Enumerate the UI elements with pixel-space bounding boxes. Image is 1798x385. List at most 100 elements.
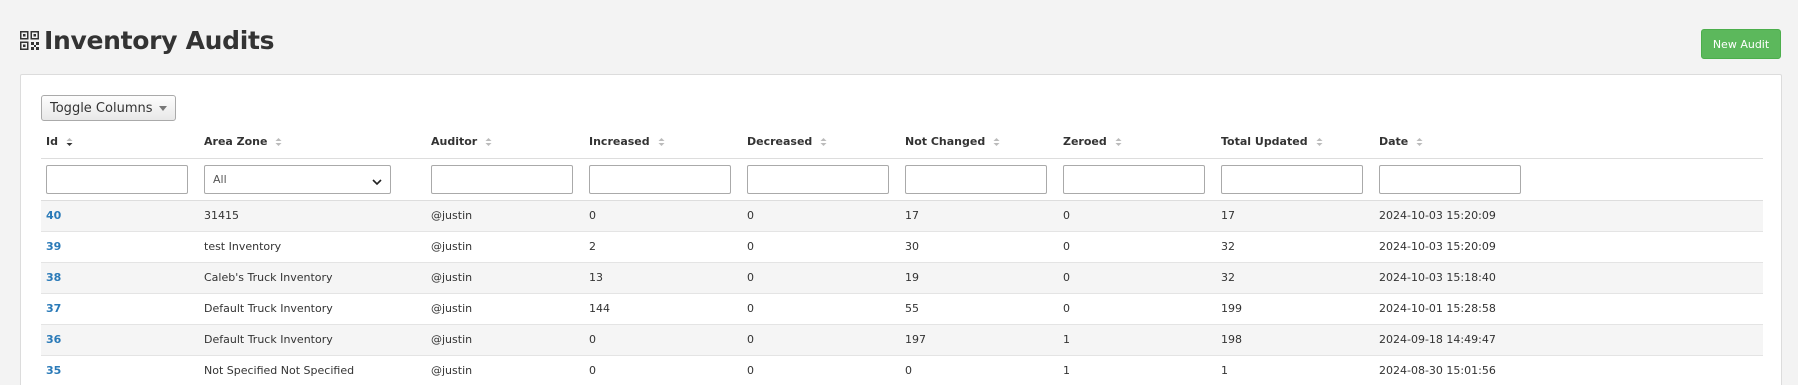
column-header-date[interactable]: Date <box>1374 125 1763 159</box>
decreased-cell: 0 <box>742 200 900 232</box>
total-updated-filter-input[interactable] <box>1221 164 1363 194</box>
total-updated-cell: 199 <box>1216 293 1374 325</box>
auditor-cell: @justin <box>426 200 584 232</box>
caret-down-icon <box>159 106 167 111</box>
date-cell: 2024-10-03 15:18:40 <box>1374 262 1763 294</box>
auditor-cell: @justin <box>426 293 584 325</box>
decreased-filter-input[interactable] <box>747 164 889 194</box>
date-cell: 2024-09-18 14:49:47 <box>1374 324 1763 356</box>
filter-row: All <box>41 158 1763 201</box>
area-zone-cell: Not Specified Not Specified <box>199 355 426 385</box>
total-updated-cell: 198 <box>1216 324 1374 356</box>
sort-desc-icon <box>66 137 73 147</box>
date-cell: 2024-10-01 15:28:58 <box>1374 293 1763 325</box>
column-label: Area Zone <box>204 134 268 148</box>
increased-cell: 0 <box>584 355 742 385</box>
date-filter-input[interactable] <box>1379 164 1521 194</box>
new-audit-button[interactable]: New Audit <box>1701 29 1781 59</box>
table-row: 40 31415 @justin 0 0 17 0 17 2024-10-03 … <box>41 200 1763 232</box>
column-label: Decreased <box>747 134 813 148</box>
zeroed-cell: 1 <box>1058 324 1216 356</box>
audit-id-link[interactable]: 39 <box>46 240 61 253</box>
increased-cell: 2 <box>584 231 742 263</box>
not-changed-filter-input[interactable] <box>905 164 1047 194</box>
not-changed-cell: 197 <box>900 324 1058 356</box>
not-changed-cell: 55 <box>900 293 1058 325</box>
total-updated-cell: 17 <box>1216 200 1374 232</box>
area-zone-cell: Default Truck Inventory <box>199 324 426 356</box>
zeroed-filter-input[interactable] <box>1063 164 1205 194</box>
column-label: Id <box>46 134 58 148</box>
table-row: 36 Default Truck Inventory @justin 0 0 1… <box>41 324 1763 356</box>
total-updated-cell: 1 <box>1216 355 1374 385</box>
sort-icon <box>275 137 282 147</box>
sort-icon <box>993 137 1000 147</box>
audits-table: Id Area Zone Auditor Increased Decreased… <box>41 125 1763 385</box>
increased-cell: 144 <box>584 293 742 325</box>
table-row: 35 Not Specified Not Specified @justin 0… <box>41 355 1763 385</box>
column-header-zeroed[interactable]: Zeroed <box>1058 125 1216 159</box>
column-label: Increased <box>589 134 650 148</box>
audits-panel: Toggle Columns Id Area Zone Auditor Incr… <box>20 74 1782 385</box>
decreased-cell: 0 <box>742 324 900 356</box>
column-header-total-updated[interactable]: Total Updated <box>1216 125 1374 159</box>
page-header: Inventory Audits <box>20 26 275 55</box>
date-cell: 2024-10-03 15:20:09 <box>1374 231 1763 263</box>
table-row: 38 Caleb's Truck Inventory @justin 13 0 … <box>41 262 1763 294</box>
auditor-cell: @justin <box>426 355 584 385</box>
increased-filter-input[interactable] <box>589 164 731 194</box>
table-row: 39 test Inventory @justin 2 0 30 0 32 20… <box>41 231 1763 263</box>
sort-icon <box>1416 137 1423 147</box>
not-changed-cell: 19 <box>900 262 1058 294</box>
zeroed-cell: 0 <box>1058 262 1216 294</box>
column-label: Auditor <box>431 134 478 148</box>
decreased-cell: 0 <box>742 355 900 385</box>
column-header-not-changed[interactable]: Not Changed <box>900 125 1058 159</box>
audit-id-link[interactable]: 35 <box>46 364 61 377</box>
auditor-filter-input[interactable] <box>431 164 573 194</box>
audit-id-link[interactable]: 40 <box>46 209 61 222</box>
audit-id-link[interactable]: 38 <box>46 271 61 284</box>
column-header-decreased[interactable]: Decreased <box>742 125 900 159</box>
decreased-cell: 0 <box>742 231 900 263</box>
not-changed-cell: 0 <box>900 355 1058 385</box>
select-value: All <box>213 172 227 186</box>
area-zone-cell: Default Truck Inventory <box>199 293 426 325</box>
increased-cell: 0 <box>584 324 742 356</box>
table-row: 37 Default Truck Inventory @justin 144 0… <box>41 293 1763 325</box>
page-title: Inventory Audits <box>44 26 275 55</box>
date-cell: 2024-08-30 15:01:56 <box>1374 355 1763 385</box>
audit-id-link[interactable]: 37 <box>46 302 61 315</box>
audit-id-link[interactable]: 36 <box>46 333 61 346</box>
column-label: Date <box>1379 134 1409 148</box>
decreased-cell: 0 <box>742 293 900 325</box>
sort-icon <box>485 137 492 147</box>
area-zone-filter-select[interactable]: All <box>204 164 391 194</box>
area-zone-cell: test Inventory <box>199 231 426 263</box>
zeroed-cell: 0 <box>1058 231 1216 263</box>
id-filter-input[interactable] <box>46 164 188 194</box>
sort-icon <box>820 137 827 147</box>
header-row: Id Area Zone Auditor Increased Decreased… <box>41 125 1763 159</box>
total-updated-cell: 32 <box>1216 231 1374 263</box>
column-label: Zeroed <box>1063 134 1107 148</box>
column-header-area-zone[interactable]: Area Zone <box>199 125 426 159</box>
zeroed-cell: 1 <box>1058 355 1216 385</box>
column-header-increased[interactable]: Increased <box>584 125 742 159</box>
not-changed-cell: 17 <box>900 200 1058 232</box>
sort-icon <box>1115 137 1122 147</box>
column-header-id[interactable]: Id <box>41 125 199 159</box>
column-header-auditor[interactable]: Auditor <box>426 125 584 159</box>
auditor-cell: @justin <box>426 262 584 294</box>
not-changed-cell: 30 <box>900 231 1058 263</box>
date-cell: 2024-10-03 15:20:09 <box>1374 200 1763 232</box>
column-label: Not Changed <box>905 134 986 148</box>
area-zone-cell: 31415 <box>199 200 426 232</box>
zeroed-cell: 0 <box>1058 200 1216 232</box>
increased-cell: 0 <box>584 200 742 232</box>
toggle-columns-button[interactable]: Toggle Columns <box>41 95 176 121</box>
sort-icon <box>658 137 665 147</box>
toggle-columns-label: Toggle Columns <box>50 100 153 116</box>
qrcode-icon <box>20 31 39 50</box>
zeroed-cell: 0 <box>1058 293 1216 325</box>
